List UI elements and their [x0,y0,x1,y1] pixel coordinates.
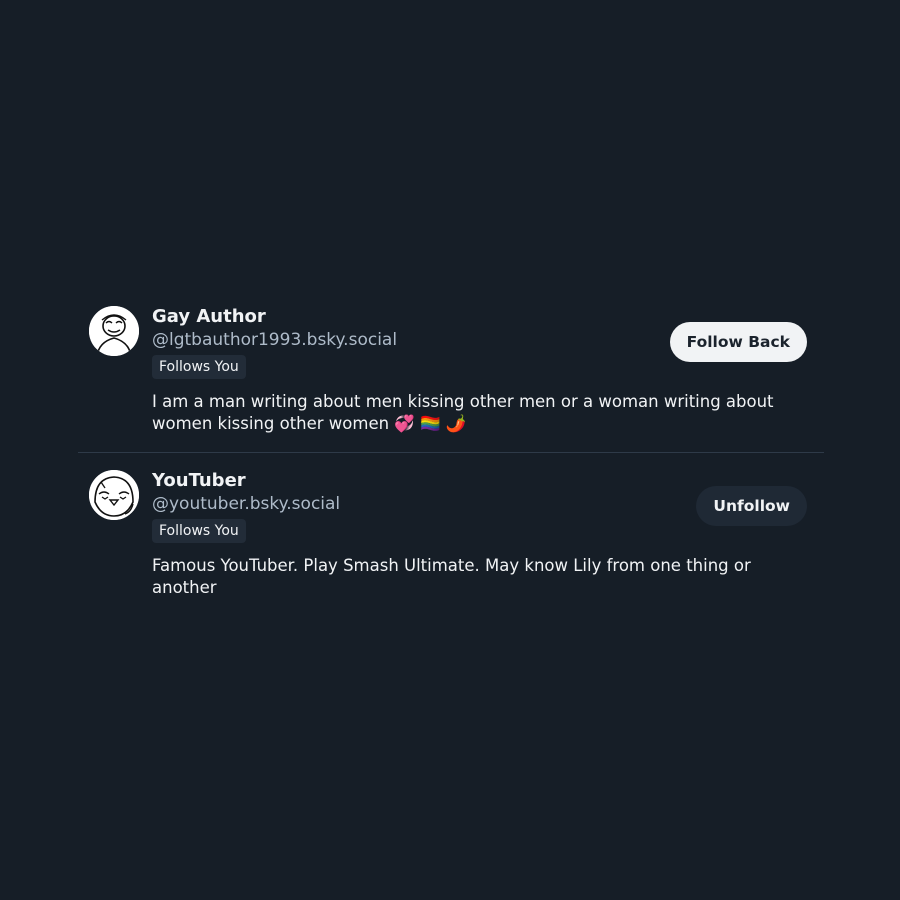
user-handle[interactable]: @lgtbauthor1993.bsky.social [152,329,657,351]
follower-card[interactable]: Gay Author @lgtbauthor1993.bsky.social F… [78,295,824,453]
follows-you-badge: Follows You [152,519,246,543]
follower-card[interactable]: YouTuber @youtuber.bsky.social Follows Y… [78,453,824,613]
avatar[interactable] [89,470,139,520]
user-handle[interactable]: @youtuber.bsky.social [152,493,657,515]
display-name[interactable]: YouTuber [152,469,657,493]
cartoon-face-avatar-icon [89,306,139,356]
follower-list: Gay Author @lgtbauthor1993.bsky.social F… [78,295,824,613]
cartoon-bird-avatar-icon [89,470,139,520]
user-bio: Famous YouTuber. Play Smash Ultimate. Ma… [152,556,751,597]
follow-back-button[interactable]: Follow Back [669,322,807,362]
display-name[interactable]: Gay Author [152,305,657,329]
user-bio: I am a man writing about men kissing oth… [152,392,774,433]
avatar[interactable] [89,306,139,356]
unfollow-button[interactable]: Unfollow [696,486,807,526]
follows-you-badge: Follows You [152,355,246,379]
